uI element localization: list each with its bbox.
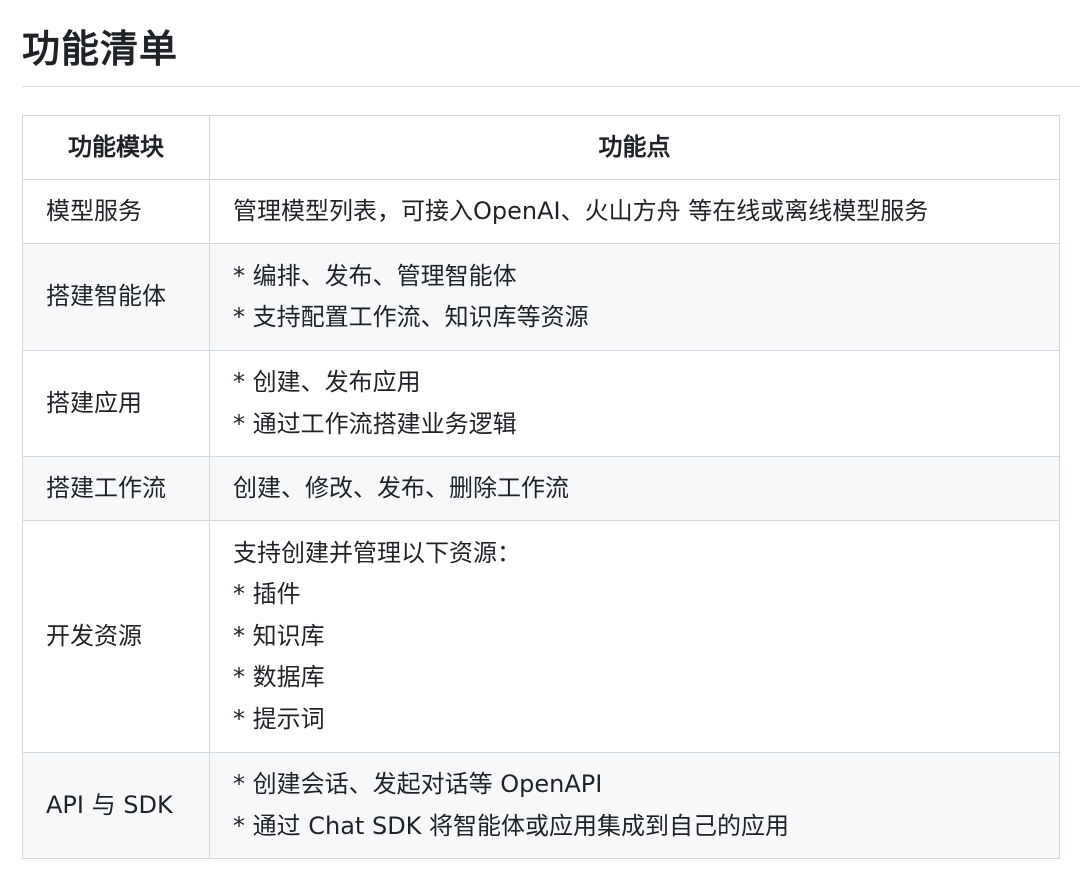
module-cell: 搭建工作流 — [22, 456, 210, 521]
feature-point: * 创建会话、发起对话等 OpenAPI — [233, 770, 603, 798]
feature-points-cell: * 编排、发布、管理智能体 * 支持配置工作流、知识库等资源 — [209, 243, 1060, 351]
feature-points-cell: * 创建会话、发起对话等 OpenAPI * 通过 Chat SDK 将智能体或… — [209, 752, 1060, 859]
feature-point: 创建、修改、发布、删除工作流 — [233, 473, 569, 502]
table-row: 模型服务 管理模型列表，可接入OpenAI、火山方舟 等在线或离线模型服务 — [22, 179, 1060, 244]
module-cell: 模型服务 — [22, 179, 210, 244]
table-body: 模型服务 管理模型列表，可接入OpenAI、火山方舟 等在线或离线模型服务 搭建… — [22, 179, 1060, 859]
feature-points-cell: 管理模型列表，可接入OpenAI、火山方舟 等在线或离线模型服务 — [209, 179, 1060, 244]
table-row: 搭建应用 * 创建、发布应用 * 通过工作流搭建业务逻辑 — [22, 350, 1060, 457]
table-row: 开发资源 支持创建并管理以下资源： * 插件 * 知识库 * 数据库 * 提示词 — [22, 520, 1060, 753]
feature-point: * 支持配置工作流、知识库等资源 — [233, 303, 589, 331]
feature-point: * 创建、发布应用 — [233, 368, 421, 396]
document-page: 功能清单 功能模块 功能点 模型服务 管理模型列表，可接入OpenAI、火山方舟… — [0, 0, 1080, 871]
feature-table: 功能模块 功能点 模型服务 管理模型列表，可接入OpenAI、火山方舟 等在线或… — [22, 115, 1060, 859]
module-cell: API 与 SDK — [22, 752, 210, 859]
feature-point: * 数据库 — [233, 663, 325, 692]
feature-point: * 编排、发布、管理智能体 — [233, 261, 517, 290]
feature-point: * 插件 — [233, 580, 301, 609]
table-row: API 与 SDK * 创建会话、发起对话等 OpenAPI * 通过 Chat… — [22, 752, 1060, 859]
title-divider — [22, 86, 1080, 87]
feature-point: * 提示词 — [233, 704, 325, 733]
header-feature-points: 功能点 — [209, 115, 1060, 180]
feature-point: 管理模型列表，可接入OpenAI、火山方舟 等在线或离线模型服务 — [233, 196, 929, 225]
module-cell: 搭建智能体 — [22, 243, 210, 351]
feature-point: * 通过 Chat SDK 将智能体或应用集成到自己的应用 — [233, 811, 790, 840]
table-row: 搭建工作流 创建、修改、发布、删除工作流 — [22, 456, 1060, 521]
feature-point: 支持创建并管理以下资源： — [233, 538, 521, 567]
feature-point: * 通过工作流搭建业务逻辑 — [233, 409, 517, 438]
page-title: 功能清单 — [22, 27, 179, 71]
feature-points-cell: 创建、修改、发布、删除工作流 — [209, 456, 1060, 521]
feature-points-cell: * 创建、发布应用 * 通过工作流搭建业务逻辑 — [209, 350, 1060, 457]
table-row: 搭建智能体 * 编排、发布、管理智能体 * 支持配置工作流、知识库等资源 — [22, 243, 1060, 351]
feature-point: * 知识库 — [233, 621, 325, 650]
header-module: 功能模块 — [22, 115, 210, 180]
table-header-row: 功能模块 功能点 — [22, 115, 1060, 180]
module-cell: 搭建应用 — [22, 350, 210, 457]
feature-points-cell: 支持创建并管理以下资源： * 插件 * 知识库 * 数据库 * 提示词 — [209, 520, 1060, 753]
module-cell: 开发资源 — [22, 520, 210, 753]
